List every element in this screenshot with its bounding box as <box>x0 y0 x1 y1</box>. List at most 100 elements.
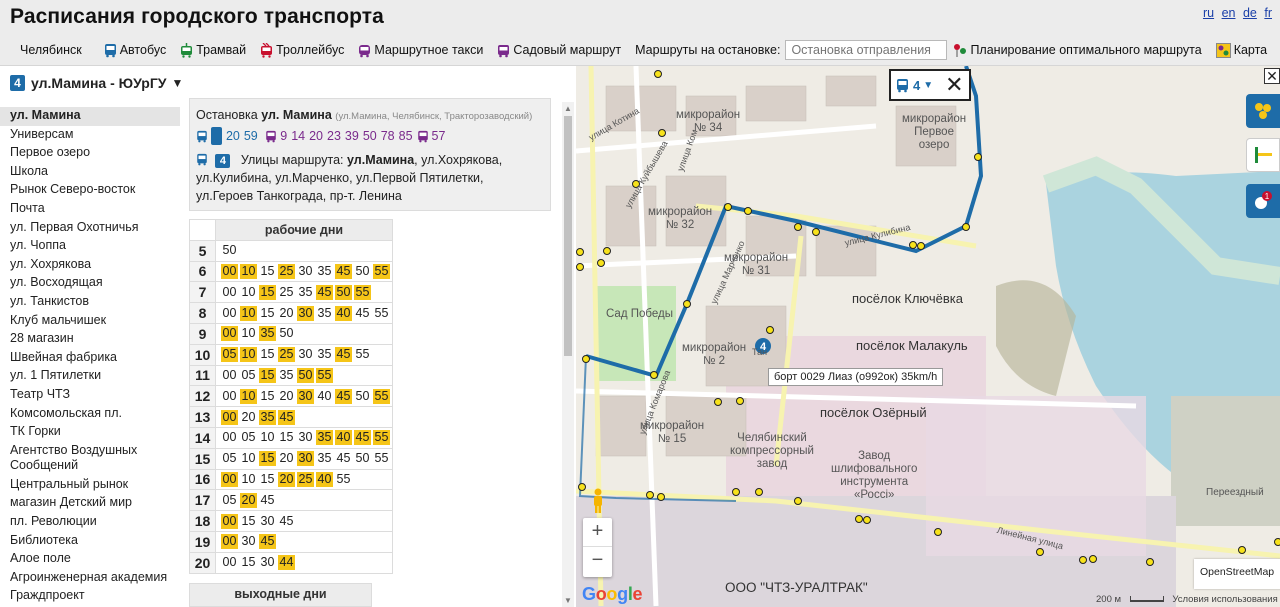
stop-item[interactable]: ул. Танкистов <box>0 293 180 312</box>
timetable-hour: 12 <box>189 385 216 408</box>
scroll-down-icon[interactable]: ▼ <box>564 596 572 605</box>
nav-garden[interactable]: Садовый маршрут <box>497 43 621 58</box>
lang-ru[interactable]: ru <box>1203 6 1214 20</box>
bus-line[interactable]: 4 <box>211 127 222 145</box>
departure: 35 <box>317 263 332 278</box>
departure-low-floor: 40 <box>316 471 333 487</box>
lang-de[interactable]: de <box>1243 6 1257 20</box>
pegman-icon[interactable] <box>591 488 605 514</box>
zoom-in-button[interactable]: + <box>583 518 612 547</box>
departure: 20 <box>279 388 294 403</box>
stop-item[interactable]: ул. Первая Охотничья <box>0 219 180 238</box>
timetable-hour: 6 <box>189 260 216 283</box>
minibus-line[interactable]: 9 <box>280 127 287 145</box>
nav-city[interactable]: Челябинск <box>20 43 82 57</box>
minibus-line[interactable]: 20 <box>309 127 323 145</box>
route-tool-icon <box>1255 147 1272 163</box>
garden-line[interactable]: 57 <box>432 127 446 145</box>
lang-fr[interactable]: fr <box>1264 6 1272 20</box>
stop-heading: Остановка ул. Мамина (ул.Мамина, Челябин… <box>196 106 544 126</box>
timetable-row: 13 00 20 35 45 <box>189 406 393 428</box>
minibus-line[interactable]: 50 <box>363 127 377 145</box>
bus-line[interactable]: 20 <box>226 127 240 145</box>
notification-icon: 1 <box>1255 191 1272 209</box>
bus-line[interactable]: 59 <box>244 127 258 145</box>
departure: 00 <box>222 388 237 403</box>
map-close-button[interactable]: ✕ <box>1264 68 1280 84</box>
timetable-row: 15 05 10 15 20 30 35 45 50 55 <box>189 447 393 470</box>
stop-item[interactable]: Швейная фабрика <box>0 349 180 368</box>
timetable-row: 16 00 10 15 20 25 40 55 <box>189 468 393 491</box>
minibus-line[interactable]: 39 <box>345 127 359 145</box>
stop-item[interactable]: Агентство Воздушных Сообщений <box>0 442 180 476</box>
stop-item[interactable]: ул. Мамина <box>0 107 180 126</box>
stop-item[interactable]: магазин Детский мир <box>0 494 180 513</box>
zoom-out-button[interactable]: − <box>583 547 612 576</box>
timetable-hour: 19 <box>189 530 216 553</box>
label-klyuchevka: посёлок Ключёвка <box>852 291 963 306</box>
stop-item[interactable]: Граждпроект <box>0 587 180 606</box>
notifications-button[interactable]: 1 <box>1246 184 1280 218</box>
nav-planner[interactable]: Планирование оптимального маршрута <box>953 43 1202 58</box>
timetable-row: 5 50 <box>189 239 393 262</box>
lang-en[interactable]: en <box>1222 6 1236 20</box>
stop-search-input[interactable] <box>785 40 948 60</box>
stop-item[interactable]: Школа <box>0 163 180 182</box>
map[interactable]: 4 микрорайон Первое озеро микрорайон № 3… <box>576 66 1280 607</box>
stop-item[interactable]: Театр ЧТЗ <box>0 386 180 405</box>
stop-item[interactable]: Первое озеро <box>0 144 180 163</box>
left-scrollbar[interactable]: ▲ ▼ <box>562 102 574 607</box>
timetable-minutes: 00 10 15 25 30 35 45 50 55 <box>215 260 393 283</box>
nav-tram[interactable]: Трамвай <box>180 42 246 58</box>
streets-label: Улицы маршрута: <box>240 153 344 167</box>
departure-low-floor: 25 <box>297 471 314 487</box>
stop-item[interactable]: Клуб мальчишек <box>0 312 180 331</box>
stop-item[interactable]: ул. Восходящая <box>0 274 180 293</box>
stop-item[interactable]: ул. Хохрякова <box>0 256 180 275</box>
timetable-row: 7 00 10 15 25 35 45 50 55 <box>189 281 393 304</box>
dropdown-caret-icon: ▼ <box>171 76 184 90</box>
route-selector[interactable]: 4 ул.Мамина - ЮУрГУ ▼ <box>10 72 183 94</box>
minibus-line[interactable]: 85 <box>399 127 413 145</box>
chevron-down-icon[interactable]: ▼ <box>923 80 933 91</box>
timetable-weekday: рабочие дни 5 50 6 00 10 15 25 30 35 45 50 55 7 00 10 1… <box>189 219 393 574</box>
departure: 30 <box>298 347 313 362</box>
departure: 30 <box>298 263 313 278</box>
departure: 55 <box>355 347 370 362</box>
scroll-up-icon[interactable]: ▲ <box>564 104 572 113</box>
departure: 15 <box>241 555 256 570</box>
nav-map[interactable]: Карта <box>1215 42 1267 58</box>
stop-item[interactable]: ТК Горки <box>0 423 180 442</box>
stop-item[interactable]: Универсам <box>0 126 180 145</box>
nav-minibus[interactable]: Маршрутное такси <box>358 43 483 58</box>
departure-low-floor: 35 <box>259 326 276 342</box>
stop-item[interactable]: пл. Революции <box>0 513 180 532</box>
timetable-minutes: 00 05 10 15 30 35 40 45 55 <box>215 426 393 449</box>
departure: 55 <box>374 305 389 320</box>
close-icon[interactable]: ✕ <box>945 74 963 96</box>
stop-item[interactable]: 28 магазин <box>0 330 180 349</box>
stop-item[interactable]: Агроинженерная академия <box>0 569 180 588</box>
stop-item[interactable]: Библиотека <box>0 532 180 551</box>
stop-item[interactable]: Комсомольская пл. <box>0 405 180 424</box>
stop-item[interactable]: ул. 1 Пятилетки <box>0 367 180 386</box>
osm-attribution[interactable]: OpenStreetMap <box>1194 559 1280 589</box>
stop-item[interactable]: ул. Чоппа <box>0 237 180 256</box>
scroll-thumb[interactable] <box>564 116 572 356</box>
minibus-line[interactable]: 78 <box>381 127 395 145</box>
nav-bus[interactable]: Автобус <box>104 43 166 58</box>
map-route-control[interactable]: 4 ▼ ✕ <box>889 69 971 101</box>
timetable-row: 9 00 10 35 50 <box>189 322 393 345</box>
map-route-value[interactable]: 4 <box>913 78 920 93</box>
map-layers-button[interactable] <box>1246 94 1280 128</box>
stop-item[interactable]: Центральный рынок <box>0 476 180 495</box>
stop-item[interactable]: Рынок Северо-восток <box>0 181 180 200</box>
minibus-line[interactable]: 14 <box>291 127 305 145</box>
route-tool-button[interactable] <box>1246 138 1280 172</box>
stop-item[interactable]: Алое поле <box>0 550 180 569</box>
minibus-line[interactable]: 23 <box>327 127 341 145</box>
label-district-2: микрорайон № 2 <box>682 342 747 367</box>
terms-link[interactable]: Условия использования <box>1172 594 1277 605</box>
nav-trolleybus[interactable]: Троллейбус <box>260 42 344 58</box>
stop-item[interactable]: Почта <box>0 200 180 219</box>
